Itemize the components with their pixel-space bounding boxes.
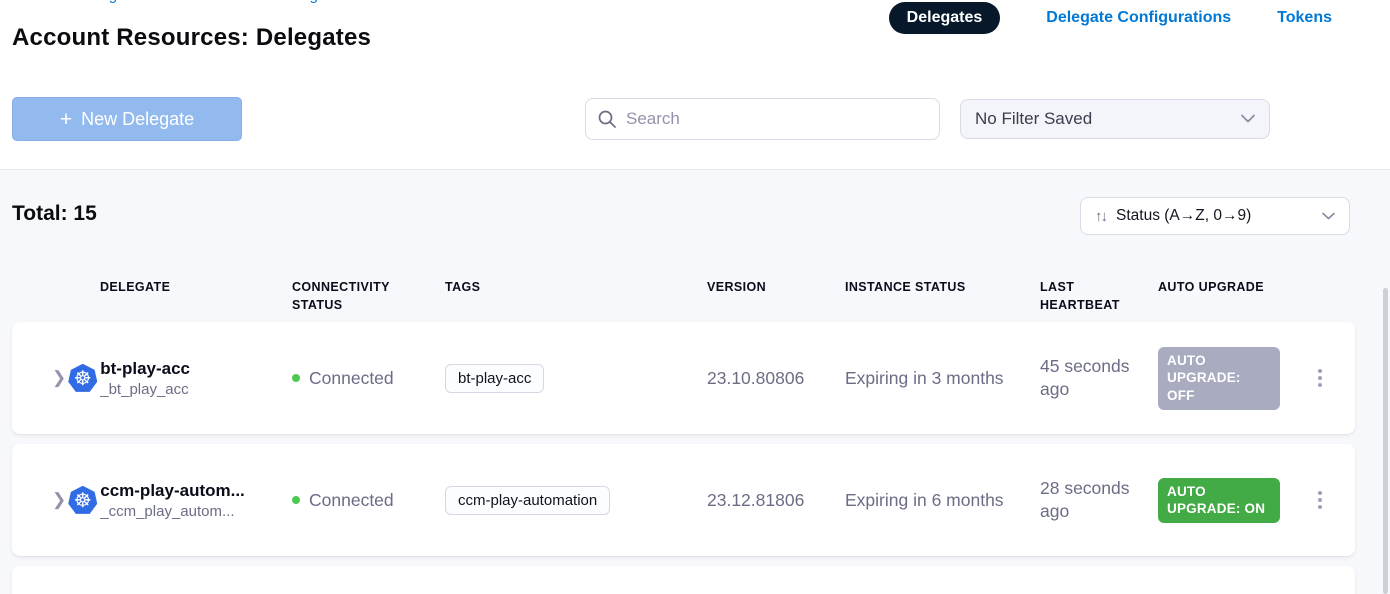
sort-arrows-icon: ↑↓	[1095, 208, 1106, 225]
auto-upgrade-cell: AUTO UPGRADE: ON	[1158, 478, 1285, 523]
tab-delegate-configurations[interactable]: Delegate Configurations	[1046, 9, 1231, 27]
saved-filter-dropdown[interactable]: No Filter Saved	[960, 99, 1270, 139]
kebab-menu-icon[interactable]	[1285, 369, 1355, 387]
instance-status-cell: Expiring in 3 months	[845, 368, 1040, 389]
col-header-auto-upgrade: AUTO UPGRADE	[1158, 278, 1285, 296]
delegate-name[interactable]: bt-play-acc	[100, 359, 190, 379]
new-delegate-button[interactable]: + New Delegate	[12, 97, 242, 141]
toolbar: + New Delegate No Filter Saved	[0, 70, 1390, 169]
delegate-cell: ❯ ☸ bt-play-acc _bt_play_acc	[12, 359, 292, 398]
breadcrumb-links[interactable]: Account Settings / Account Resources / D…	[12, 0, 346, 4]
last-heartbeat-cell: 28 seconds ago	[1040, 477, 1158, 524]
tab-delegates[interactable]: Delegates	[889, 2, 1001, 34]
kubernetes-icon: ☸	[68, 486, 97, 515]
instance-status-cell: Expiring in 6 months	[845, 490, 1040, 511]
row-menu-cell	[1285, 369, 1355, 387]
version-cell: 23.12.81806	[707, 490, 845, 511]
chevron-down-icon	[1322, 207, 1335, 225]
search-input[interactable]	[585, 98, 940, 140]
vertical-scrollbar[interactable]	[1383, 288, 1388, 594]
connectivity-status: Connected	[309, 490, 394, 511]
new-delegate-label: New Delegate	[81, 109, 194, 130]
delegates-list-section: Total: 15 ↑↓ Status (A→Z, 0→9) DELEGATE …	[0, 170, 1390, 594]
col-header-delegate: DELEGATE	[12, 278, 292, 296]
delegate-identifier: _ccm_play_autom...	[100, 503, 245, 520]
table-row[interactable]: ❯ ☸ ccm-play-autom... _ccm_play_autom...…	[12, 444, 1355, 556]
connected-dot-icon	[292, 496, 300, 504]
page-title: Account Resources: Delegates	[12, 24, 371, 52]
auto-upgrade-badge: AUTO UPGRADE: ON	[1158, 478, 1280, 523]
connectivity-cell: Connected	[292, 490, 445, 511]
delegate-cell: ❯ ☸ ccm-play-autom... _ccm_play_autom...	[12, 481, 292, 520]
tab-bar: Delegates Delegate Configurations Tokens	[889, 1, 1332, 35]
plus-icon: +	[60, 109, 72, 130]
col-header-version: VERSION	[707, 278, 845, 296]
last-heartbeat-cell: 45 seconds ago	[1040, 355, 1158, 402]
kubernetes-icon: ☸	[68, 364, 97, 393]
summary-row: Total: 15 ↑↓ Status (A→Z, 0→9)	[0, 170, 1390, 248]
page-header: Account Settings / Account Resources / D…	[0, 0, 1390, 170]
expand-chevron-icon[interactable]: ❯	[52, 368, 66, 388]
delegate-name[interactable]: ccm-play-autom...	[100, 481, 245, 501]
tag-chip: ccm-play-automation	[445, 486, 610, 515]
table-row-partial[interactable]	[12, 566, 1355, 594]
search	[585, 98, 940, 140]
saved-filter-value: No Filter Saved	[975, 109, 1241, 129]
sort-dropdown[interactable]: ↑↓ Status (A→Z, 0→9)	[1080, 197, 1350, 235]
expand-chevron-icon[interactable]: ❯	[52, 490, 66, 510]
connectivity-cell: Connected	[292, 368, 445, 389]
table-row[interactable]: ❯ ☸ bt-play-acc _bt_play_acc Connected b…	[12, 322, 1355, 434]
col-header-connectivity-status: CONNECTIVITY STATUS	[292, 278, 445, 314]
delegate-identifier: _bt_play_acc	[100, 381, 190, 398]
kebab-menu-icon[interactable]	[1285, 491, 1355, 509]
table-header-row: DELEGATE CONNECTIVITY STATUS TAGS VERSIO…	[12, 278, 1355, 314]
auto-upgrade-badge: AUTO UPGRADE: OFF	[1158, 347, 1280, 410]
delegate-name-block: ccm-play-autom... _ccm_play_autom...	[100, 481, 245, 520]
sort-value: Status (A→Z, 0→9)	[1116, 207, 1312, 225]
connected-dot-icon	[292, 374, 300, 382]
tab-tokens[interactable]: Tokens	[1277, 9, 1332, 27]
tag-chip: bt-play-acc	[445, 364, 544, 393]
version-cell: 23.10.80806	[707, 368, 845, 389]
breadcrumb: Account Settings / Account Resources / D…	[12, 0, 512, 6]
chevron-down-icon	[1241, 110, 1255, 128]
col-header-instance-status: INSTANCE STATUS	[845, 278, 1040, 296]
col-header-last-heartbeat: LAST HEARTBEAT	[1040, 278, 1158, 314]
search-icon	[597, 109, 617, 134]
col-header-tags: TAGS	[445, 278, 707, 296]
auto-upgrade-cell: AUTO UPGRADE: OFF	[1158, 347, 1285, 410]
delegate-name-block: bt-play-acc _bt_play_acc	[100, 359, 190, 398]
connectivity-status: Connected	[309, 368, 394, 389]
row-menu-cell	[1285, 491, 1355, 509]
tags-cell: bt-play-acc	[445, 364, 707, 393]
tags-cell: ccm-play-automation	[445, 486, 707, 515]
total-count: Total: 15	[12, 202, 97, 226]
